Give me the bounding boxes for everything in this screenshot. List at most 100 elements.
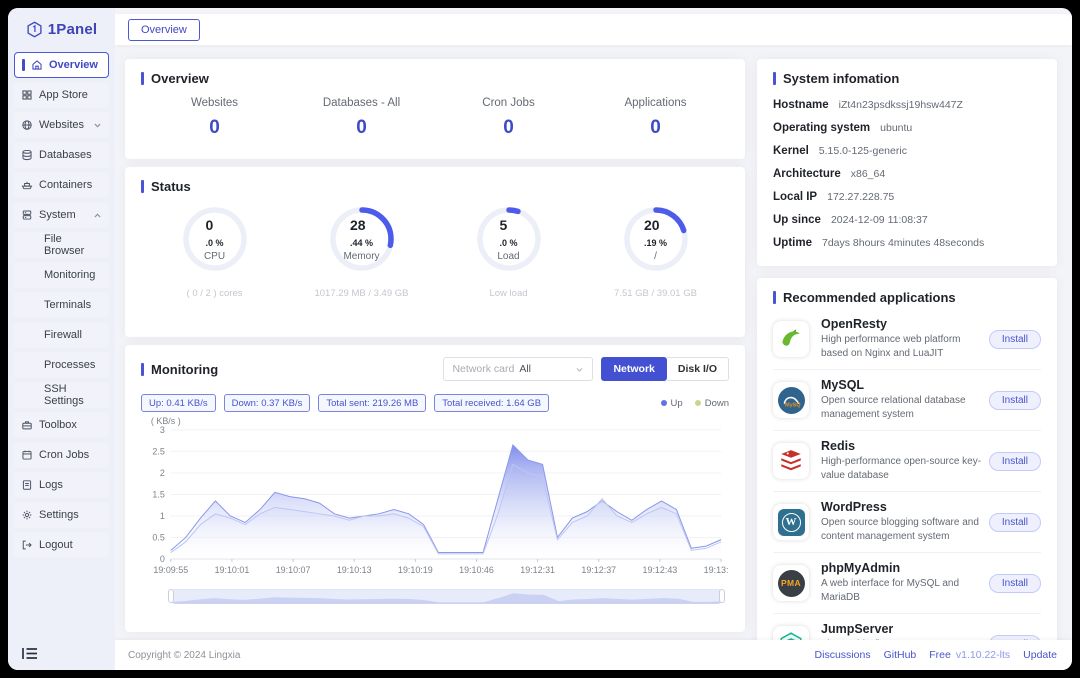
app-name[interactable]: WordPress [821, 500, 983, 514]
legend-down[interactable]: Down [694, 398, 729, 409]
stat-value[interactable]: 0 [288, 117, 435, 139]
sidebar-item-overview[interactable]: Overview [14, 52, 109, 78]
chart-datazoom-slider[interactable] [168, 588, 725, 604]
sidebar-item-label: Monitoring [44, 269, 96, 281]
redis-logo-icon [773, 443, 809, 479]
stat-databases-all: Databases - All 0 [288, 97, 435, 139]
stat-cron-jobs: Cron Jobs 0 [435, 97, 582, 139]
info-value: 172.27.228.75 [827, 190, 895, 203]
tab-overview[interactable]: Overview [128, 18, 200, 41]
sidebar-item-label: Logs [39, 479, 63, 491]
gauge-load: 5.0 % Load Low load [435, 204, 582, 299]
app-name[interactable]: Redis [821, 439, 983, 453]
stat-websites: Websites 0 [141, 97, 288, 139]
recommended-apps-card: Recommended applications OpenResty High p… [757, 278, 1057, 640]
sidebar-item-app-store[interactable]: App Store [14, 82, 109, 108]
gauge-cpu: 0.0 % CPU ( 0 / 2 ) cores [141, 204, 288, 299]
sidebar-item-settings[interactable]: Settings [14, 502, 109, 528]
info-row-hostname: Hostname iZt4n23psdkssj19hsw447Z [773, 93, 1041, 116]
network-tab-button[interactable]: Network [601, 357, 667, 381]
app-description: Open source relational database manageme… [821, 395, 966, 420]
install-button-mysql[interactable]: Install [988, 390, 1041, 410]
sidebar-item-monitoring[interactable]: Monitoring [14, 262, 109, 288]
gauge-caption: 7.51 GB / 39.01 GB [614, 288, 697, 299]
svg-text:1.5: 1.5 [152, 489, 164, 499]
install-button-phpmyadmin[interactable]: Install [988, 573, 1041, 593]
install-button-openresty[interactable]: Install [988, 329, 1041, 349]
sidebar-item-ssh-settings[interactable]: SSH Settings [14, 382, 109, 408]
app-name[interactable]: JumpServer [821, 622, 983, 636]
grid-icon [21, 89, 33, 101]
sidebar-item-label: Processes [44, 359, 96, 371]
sidebar-item-firewall[interactable]: Firewall [14, 322, 109, 348]
app-row-openresty: OpenResty High performance web platform b… [773, 309, 1041, 370]
datazoom-silhouette [169, 593, 724, 604]
sidebar-item-websites[interactable]: Websites [14, 112, 109, 138]
discussions-link[interactable]: Discussions [815, 649, 871, 661]
gauge-value: 20.19 % [643, 216, 667, 248]
logs-icon [21, 479, 33, 491]
info-value: 5.15.0-125-generic [818, 144, 907, 157]
datazoom-right-handle[interactable] [719, 588, 725, 603]
legend-dot-icon [660, 400, 667, 406]
legend-dot-icon [694, 400, 701, 406]
info-label: Uptime [773, 236, 812, 249]
x-axis-label: 19:13:19 [704, 565, 729, 575]
sidebar-item-terminals[interactable]: Terminals [14, 292, 109, 318]
status-gauges: 0.0 % CPU ( 0 / 2 ) cores 28.44 % Memory 1017… [141, 204, 729, 299]
stat-value[interactable]: 0 [582, 117, 729, 139]
x-axis-label: 19:10:19 [398, 565, 433, 575]
sidebar-item-system[interactable]: System [14, 202, 109, 228]
datazoom-left-handle[interactable] [168, 588, 174, 603]
sidebar-item-processes[interactable]: Processes [14, 352, 109, 378]
globe-icon [21, 119, 33, 131]
info-value: x86_64 [850, 167, 886, 180]
stat-value[interactable]: 0 [435, 117, 582, 139]
stat-label: Websites [190, 97, 239, 109]
update-link[interactable]: Update [1023, 649, 1057, 661]
install-button-redis[interactable]: Install [988, 451, 1041, 471]
app-description: High performance web platform based on N… [821, 334, 961, 359]
sidebar-item-file-browser[interactable]: File Browser [14, 232, 109, 258]
legend-up[interactable]: Up [660, 398, 683, 409]
gauge-value: 28.44 % [349, 216, 373, 248]
sidebar-item-cron-jobs[interactable]: Cron Jobs [14, 442, 109, 468]
sidebar-item-containers[interactable]: Containers [14, 172, 109, 198]
x-axis-label: 19:12:31 [520, 565, 555, 575]
sidebar-item-databases[interactable]: Databases [14, 142, 109, 168]
disk-io-tab-button[interactable]: Disk I/O [666, 357, 729, 381]
x-axis-label: 19:12:43 [643, 565, 678, 575]
sidebar-item-label: Containers [39, 179, 93, 191]
y-axis-unit: ( KB/s ) [151, 416, 181, 426]
stat-value[interactable]: 0 [141, 117, 288, 139]
app-name[interactable]: MySQL [821, 378, 983, 392]
collapse-sidebar-button[interactable] [22, 647, 40, 661]
app-name[interactable]: phpMyAdmin [821, 561, 983, 575]
gauge-value: 5.0 % [499, 216, 518, 248]
content: Overview Websites 0 Databases - All 0 Cron J… [115, 45, 1072, 640]
logo[interactable]: 1Panel [8, 8, 115, 50]
sidebar-item-logout[interactable]: Logout [14, 532, 109, 558]
app-row-jumpserver: JumpServerThe world's first open-source … [773, 614, 1041, 640]
gauge-: 20.19 % / 7.51 GB / 39.01 GB [582, 204, 729, 299]
gauge-caption: Low load [489, 288, 528, 299]
github-link[interactable]: GitHub [884, 649, 917, 661]
network-card-select[interactable]: Network card All [443, 357, 594, 381]
traffic-badge: Down: 0.37 KB/s [223, 394, 311, 412]
right-column: System infomation Hostname iZt4n23psdkssj… [757, 59, 1057, 640]
sidebar: 1Panel Overview App Store Websites Database… [8, 8, 115, 670]
info-row-operating-system: Operating system ubuntu [773, 116, 1041, 139]
app-name[interactable]: OpenResty [821, 317, 983, 331]
jumpserver-logo-icon [773, 626, 809, 640]
info-row-kernel: Kernel 5.15.0-125-generic [773, 139, 1041, 162]
x-axis-label: 19:10:46 [459, 565, 494, 575]
gauge-label: CPU [203, 250, 226, 262]
install-button-wordpress[interactable]: Install [988, 512, 1041, 532]
monitoring-card: Monitoring Network card All Network Disk… [125, 345, 745, 632]
x-axis-label: 19:09:55 [153, 565, 188, 575]
sidebar-item-toolbox[interactable]: Toolbox [14, 412, 109, 438]
sidebar-item-logs[interactable]: Logs [14, 472, 109, 498]
x-axis-label: 19:12:37 [581, 565, 616, 575]
wordpress-logo-icon: W [773, 504, 809, 540]
info-label: Operating system [773, 121, 871, 134]
